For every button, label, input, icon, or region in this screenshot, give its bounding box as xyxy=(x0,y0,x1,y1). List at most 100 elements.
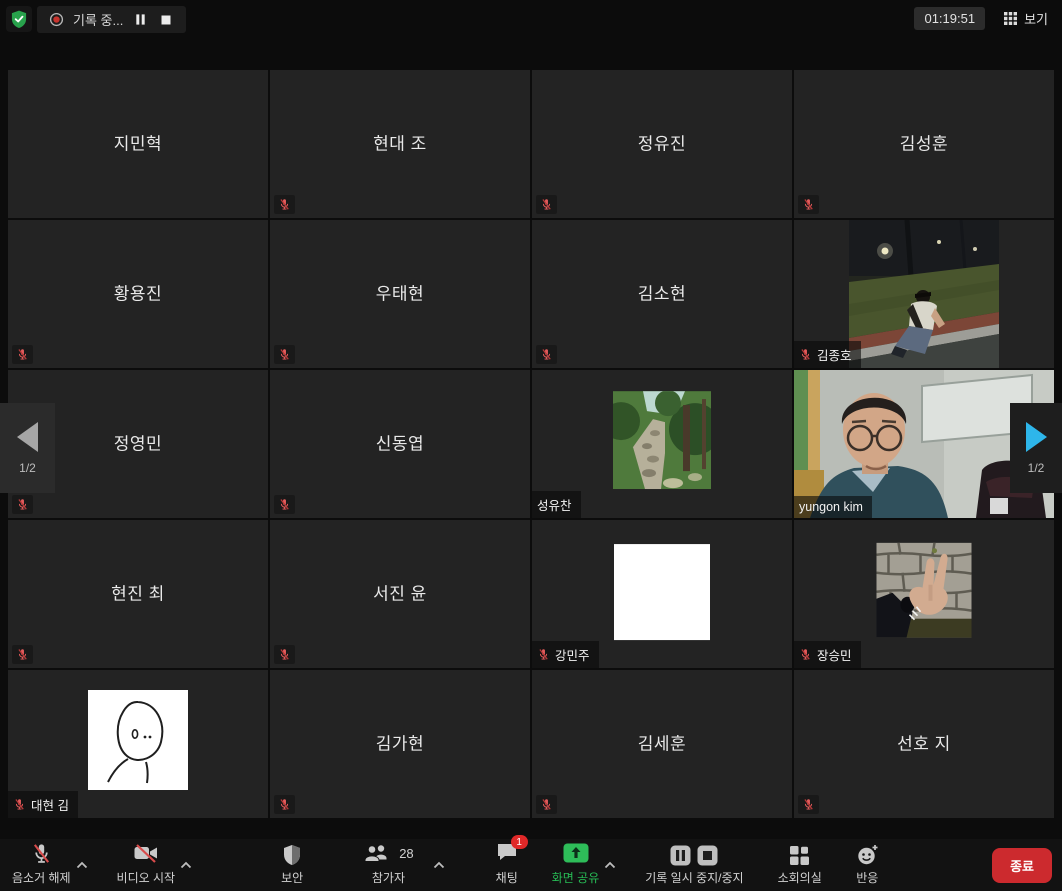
muted-mic-icon xyxy=(540,198,553,211)
muted-mic-icon xyxy=(537,648,550,661)
muted-camera-toolbar-icon xyxy=(133,842,159,864)
participant-video xyxy=(613,391,711,489)
meeting-toolbar: 음소거 해제 비디오 시작 xyxy=(0,839,1062,891)
share-screen-button[interactable]: 화면 공유 xyxy=(550,835,602,891)
next-page-button[interactable]: 1/2 xyxy=(1010,403,1062,493)
participant-name: 우태현 xyxy=(270,280,530,305)
participants-count: 28 xyxy=(399,846,413,861)
participant-name: 김종호 xyxy=(817,345,852,364)
chat-unread-badge: 1 xyxy=(511,835,528,849)
participants-icon xyxy=(363,843,391,863)
participant-tile[interactable]: 선호 지 xyxy=(794,670,1054,818)
participant-tile[interactable]: 김종호 xyxy=(794,220,1054,368)
chevron-up-icon xyxy=(604,861,616,869)
end-meeting-button[interactable]: 종료 xyxy=(992,848,1052,883)
participant-tile[interactable]: 장승민 xyxy=(794,520,1054,668)
chat-button[interactable]: 1 채팅 xyxy=(494,839,520,891)
pause-recording-icon xyxy=(670,845,691,866)
participant-grid: 지민혁 현대 조 정유진 김성훈 황용진 우태현 김소현 xyxy=(8,70,1054,818)
recording-pause-stop-button[interactable]: 기록 일시 중지/중지 xyxy=(643,839,745,891)
page-indicator: 1/2 xyxy=(1028,461,1045,475)
recording-status-text: 기록 중... xyxy=(73,10,123,29)
zoom-meeting-window: 기록 중... 01:19:51 xyxy=(0,0,1062,891)
chat-label: 채팅 xyxy=(496,869,518,886)
muted-mic-icon xyxy=(799,348,812,361)
top-bar: 기록 중... 01:19:51 xyxy=(0,0,1062,40)
security-button[interactable]: 보안 xyxy=(279,839,305,891)
participant-name-label: 대현 김 xyxy=(8,791,78,818)
participants-button[interactable]: 28 참가자 xyxy=(361,835,415,891)
share-screen-icon xyxy=(563,843,589,863)
share-screen-label: 화면 공유 xyxy=(552,869,600,886)
breakout-rooms-button[interactable]: 소회의실 xyxy=(776,839,824,891)
chevron-up-icon xyxy=(180,861,192,869)
prev-page-button[interactable]: 1/2 xyxy=(0,403,55,493)
muted-mic-icon xyxy=(802,798,815,811)
participant-tile[interactable]: 우태현 xyxy=(270,220,530,368)
muted-mic-icon xyxy=(540,348,553,361)
participant-tile[interactable]: 현대 조 xyxy=(270,70,530,218)
participant-name: 신동엽 xyxy=(270,430,530,455)
start-video-button[interactable]: 비디오 시작 xyxy=(115,835,178,891)
participant-tile[interactable]: 강민주 xyxy=(532,520,792,668)
participant-name-label: yungon kim xyxy=(794,496,872,518)
participant-tile[interactable]: 정유진 xyxy=(532,70,792,218)
participant-tile[interactable]: 김소현 xyxy=(532,220,792,368)
participant-name: 김성훈 xyxy=(794,130,1054,155)
participant-tile[interactable]: 지민혁 xyxy=(8,70,268,218)
participant-tile[interactable]: 현진 최 xyxy=(8,520,268,668)
participant-tile[interactable]: 대현 김 xyxy=(8,670,268,818)
participant-tile[interactable]: 김세훈 xyxy=(532,670,792,818)
chevron-left-icon xyxy=(17,422,38,452)
participant-tile[interactable]: 황용진 xyxy=(8,220,268,368)
security-shield-icon xyxy=(282,844,302,866)
mic-options-chevron[interactable] xyxy=(73,861,91,869)
record-dot-icon xyxy=(49,12,64,27)
muted-mic-icon xyxy=(13,798,26,811)
participant-name: 현대 조 xyxy=(270,130,530,155)
participant-name: 김세훈 xyxy=(532,730,792,755)
participants-options-chevron[interactable] xyxy=(430,861,448,869)
share-options-chevron[interactable] xyxy=(601,861,619,869)
participant-name-label: 강민주 xyxy=(532,641,599,668)
recording-stop-button[interactable] xyxy=(158,12,174,28)
muted-mic-icon xyxy=(16,348,29,361)
participant-video xyxy=(614,544,710,640)
top-bar-right: 01:19:51 보기 xyxy=(914,7,1054,30)
participant-tile[interactable]: 김가현 xyxy=(270,670,530,818)
unmute-label: 음소거 해제 xyxy=(12,869,71,886)
muted-mic-icon xyxy=(278,648,291,661)
recording-control-label: 기록 일시 중지/중지 xyxy=(645,869,743,886)
stop-icon xyxy=(160,14,172,26)
unmute-button[interactable]: 음소거 해제 xyxy=(10,835,73,891)
video-options-chevron[interactable] xyxy=(177,861,195,869)
view-button[interactable]: 보기 xyxy=(997,8,1054,29)
chevron-up-icon xyxy=(76,861,88,869)
recording-pause-button[interactable] xyxy=(132,11,149,28)
participant-name-label: 성유찬 xyxy=(532,491,581,518)
participant-name: 성유찬 xyxy=(537,495,572,514)
breakout-rooms-icon xyxy=(789,845,810,866)
participant-name: 장승민 xyxy=(817,645,852,664)
muted-mic-toolbar-icon xyxy=(30,842,53,865)
participant-name: 선호 지 xyxy=(794,730,1054,755)
participant-name: 대현 김 xyxy=(31,795,69,814)
participant-tile[interactable]: 신동엽 xyxy=(270,370,530,518)
participant-tile[interactable]: 서진 윤 xyxy=(270,520,530,668)
breakout-rooms-label: 소회의실 xyxy=(778,869,822,886)
reactions-button[interactable]: 반응 xyxy=(854,839,881,891)
muted-mic-icon xyxy=(278,198,291,211)
page-indicator: 1/2 xyxy=(19,461,36,475)
shield-check-icon xyxy=(9,9,29,29)
meeting-security-button[interactable] xyxy=(6,6,32,32)
muted-mic-icon xyxy=(278,498,291,511)
participant-name: 정유진 xyxy=(532,130,792,155)
participant-tile[interactable]: 김성훈 xyxy=(794,70,1054,218)
stop-recording-icon xyxy=(697,845,718,866)
participant-name: 김소현 xyxy=(532,280,792,305)
participant-tile[interactable]: 성유찬 xyxy=(532,370,792,518)
muted-mic-icon xyxy=(802,198,815,211)
muted-mic-icon xyxy=(16,648,29,661)
chevron-right-icon xyxy=(1026,422,1047,452)
participant-name-label: 김종호 xyxy=(794,341,861,368)
